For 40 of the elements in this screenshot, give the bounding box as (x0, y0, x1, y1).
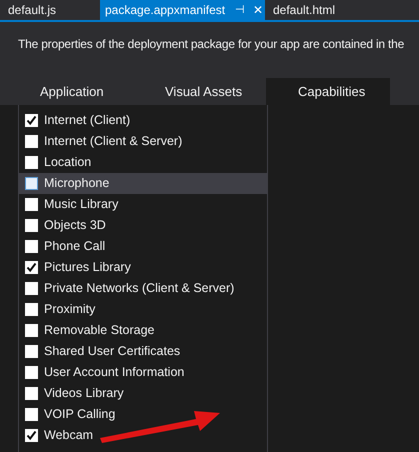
file-tab[interactable]: default.js (0, 0, 100, 20)
file-tab[interactable]: package.appxmanifest ⊣ ✕ (100, 0, 265, 20)
selected-row-highlight[interactable]: Microphone (19, 173, 267, 194)
capability-label: Proximity (44, 301, 96, 318)
checkbox[interactable] (25, 345, 38, 358)
checkbox[interactable] (25, 261, 38, 274)
checkbox[interactable] (25, 198, 38, 211)
checkbox[interactable] (25, 177, 38, 190)
file-tab[interactable]: default.html (265, 0, 365, 20)
capability-label: Objects 3D (44, 217, 106, 234)
capability-label: Videos Library (44, 385, 124, 402)
capability-label: VOIP Calling (44, 406, 116, 424)
capability-label: Webcam (44, 427, 94, 444)
checkbox[interactable] (25, 156, 38, 169)
checkbox[interactable] (25, 240, 38, 253)
checkbox[interactable] (25, 303, 38, 316)
checkbox[interactable] (25, 324, 38, 337)
pin-icon[interactable]: ⊣ (235, 2, 246, 18)
capability-label: Internet (Client & Server) (44, 133, 182, 150)
capability-label: Location (44, 154, 92, 172)
description-text: The properties of the deployment package for your app are contained in the (18, 36, 406, 53)
capability-label: Shared User Certificates (44, 343, 180, 360)
checkbox[interactable] (25, 408, 38, 421)
checkbox[interactable] (25, 219, 38, 232)
checkbox[interactable] (25, 429, 38, 442)
checkbox[interactable] (25, 366, 38, 379)
checkbox[interactable] (25, 135, 38, 148)
checkbox[interactable] (25, 282, 38, 295)
capability-label: User Account Information (44, 364, 184, 382)
capability-label: Pictures Library (44, 259, 131, 276)
capability-label: Private Networks (Client & Server) (44, 280, 234, 298)
close-icon[interactable]: ✕ (253, 1, 264, 19)
checkbox[interactable] (25, 387, 38, 400)
checkbox[interactable] (25, 114, 38, 127)
capability-label: Music Library (44, 196, 118, 214)
capability-label: Removable Storage (44, 322, 154, 340)
capability-label: Phone Call (44, 238, 106, 256)
tab[interactable]: Capabilities (266, 78, 390, 105)
capability-label: Internet (Client) (44, 112, 130, 130)
capability-label: Microphone (44, 175, 110, 192)
